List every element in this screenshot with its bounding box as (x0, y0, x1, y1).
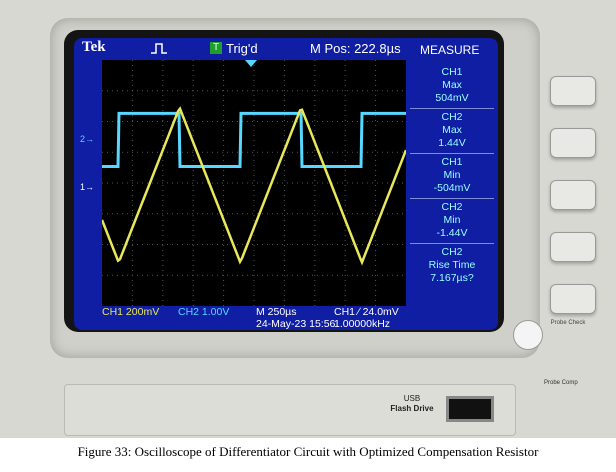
usb-port[interactable] (446, 396, 494, 422)
measure-channel: CH1 (441, 66, 463, 78)
oscilloscope-screen: Tek T Trig'd M Pos: 222.8µs MEASURE 2→ 1… (74, 38, 498, 330)
ch1-scale: CH1 200mV (102, 306, 160, 318)
measure-value: 504mV (435, 92, 469, 104)
trigger-status: Trig'd (226, 41, 258, 56)
measure-channel: CH2 (441, 246, 463, 258)
probe-check-button[interactable] (513, 320, 543, 350)
trigger-position-marker (245, 60, 257, 67)
trigger-waveform-icon (150, 42, 168, 57)
status-bar: Tek T Trig'd M Pos: 222.8µs MEASURE (74, 38, 498, 60)
timebase: M 250µs (256, 306, 297, 318)
measure-name: Min (443, 214, 461, 226)
option-button-1[interactable] (550, 76, 596, 106)
measure-value: -504mV (433, 182, 471, 194)
measure-name: Rise Time (428, 259, 476, 271)
measure-name: Min (443, 169, 461, 181)
measure-value: -1.44V (436, 227, 468, 239)
option-button-2[interactable] (550, 128, 596, 158)
date-time: 24-May-23 15:56 (256, 318, 336, 330)
usb-label-line2: Flash Drive (390, 404, 434, 413)
graticule (102, 60, 406, 306)
option-button-4[interactable] (550, 232, 596, 262)
frequency-readout: 1.00000kHz (334, 318, 391, 330)
m-pos-readout: M Pos: 222.8µs (310, 41, 401, 56)
measure-slot-4[interactable]: CH2 Min -1.44V (410, 199, 494, 244)
measure-value: 7.167µs? (430, 272, 474, 284)
usb-label: USB Flash Drive (380, 394, 444, 414)
measure-channel: CH2 (441, 111, 463, 123)
waveform-svg (100, 60, 408, 306)
measure-menu: CH1 Max 504mV CH2 Max 1.44V CH1 Min -504… (410, 64, 494, 289)
oscilloscope-photo: Tek T Trig'd M Pos: 222.8µs MEASURE 2→ 1… (0, 0, 616, 438)
ch2-scale: CH2 1.00V (178, 306, 230, 318)
option-button-3[interactable] (550, 180, 596, 210)
measure-slot-3[interactable]: CH1 Min -504mV (410, 154, 494, 199)
measure-title: MEASURE (420, 43, 480, 57)
trigger-info: CH1 ∕ 24.0mV (334, 306, 399, 318)
measure-channel: CH2 (441, 201, 463, 213)
measure-channel: CH1 (441, 156, 463, 168)
brand-logo: Tek (82, 39, 106, 55)
scale-bar: CH1 200mV CH2 1.00V M 250µs 24-May-23 15… (102, 306, 406, 330)
probe-comp-label: Probe Comp (544, 380, 578, 386)
ch2-ground-marker: 2→ (80, 134, 95, 144)
measure-slot-5[interactable]: CH2 Rise Time 7.167µs? (410, 244, 494, 289)
usb-label-line1: USB (403, 394, 421, 403)
trigger-badge: T (210, 42, 222, 54)
figure-caption: Figure 33: Oscilloscope of Differentiato… (77, 444, 539, 459)
measure-value: 1.44V (438, 137, 466, 149)
measure-slot-2[interactable]: CH2 Max 1.44V (410, 109, 494, 154)
ch1-ground-marker: 1→ (80, 182, 95, 192)
measure-slot-1[interactable]: CH1 Max 504mV (410, 64, 494, 109)
waveform-display (100, 60, 408, 306)
measure-name: Max (442, 79, 462, 91)
probe-check-label: Probe Check (550, 320, 586, 326)
option-button-5[interactable] (550, 284, 596, 314)
measure-name: Max (442, 124, 462, 136)
